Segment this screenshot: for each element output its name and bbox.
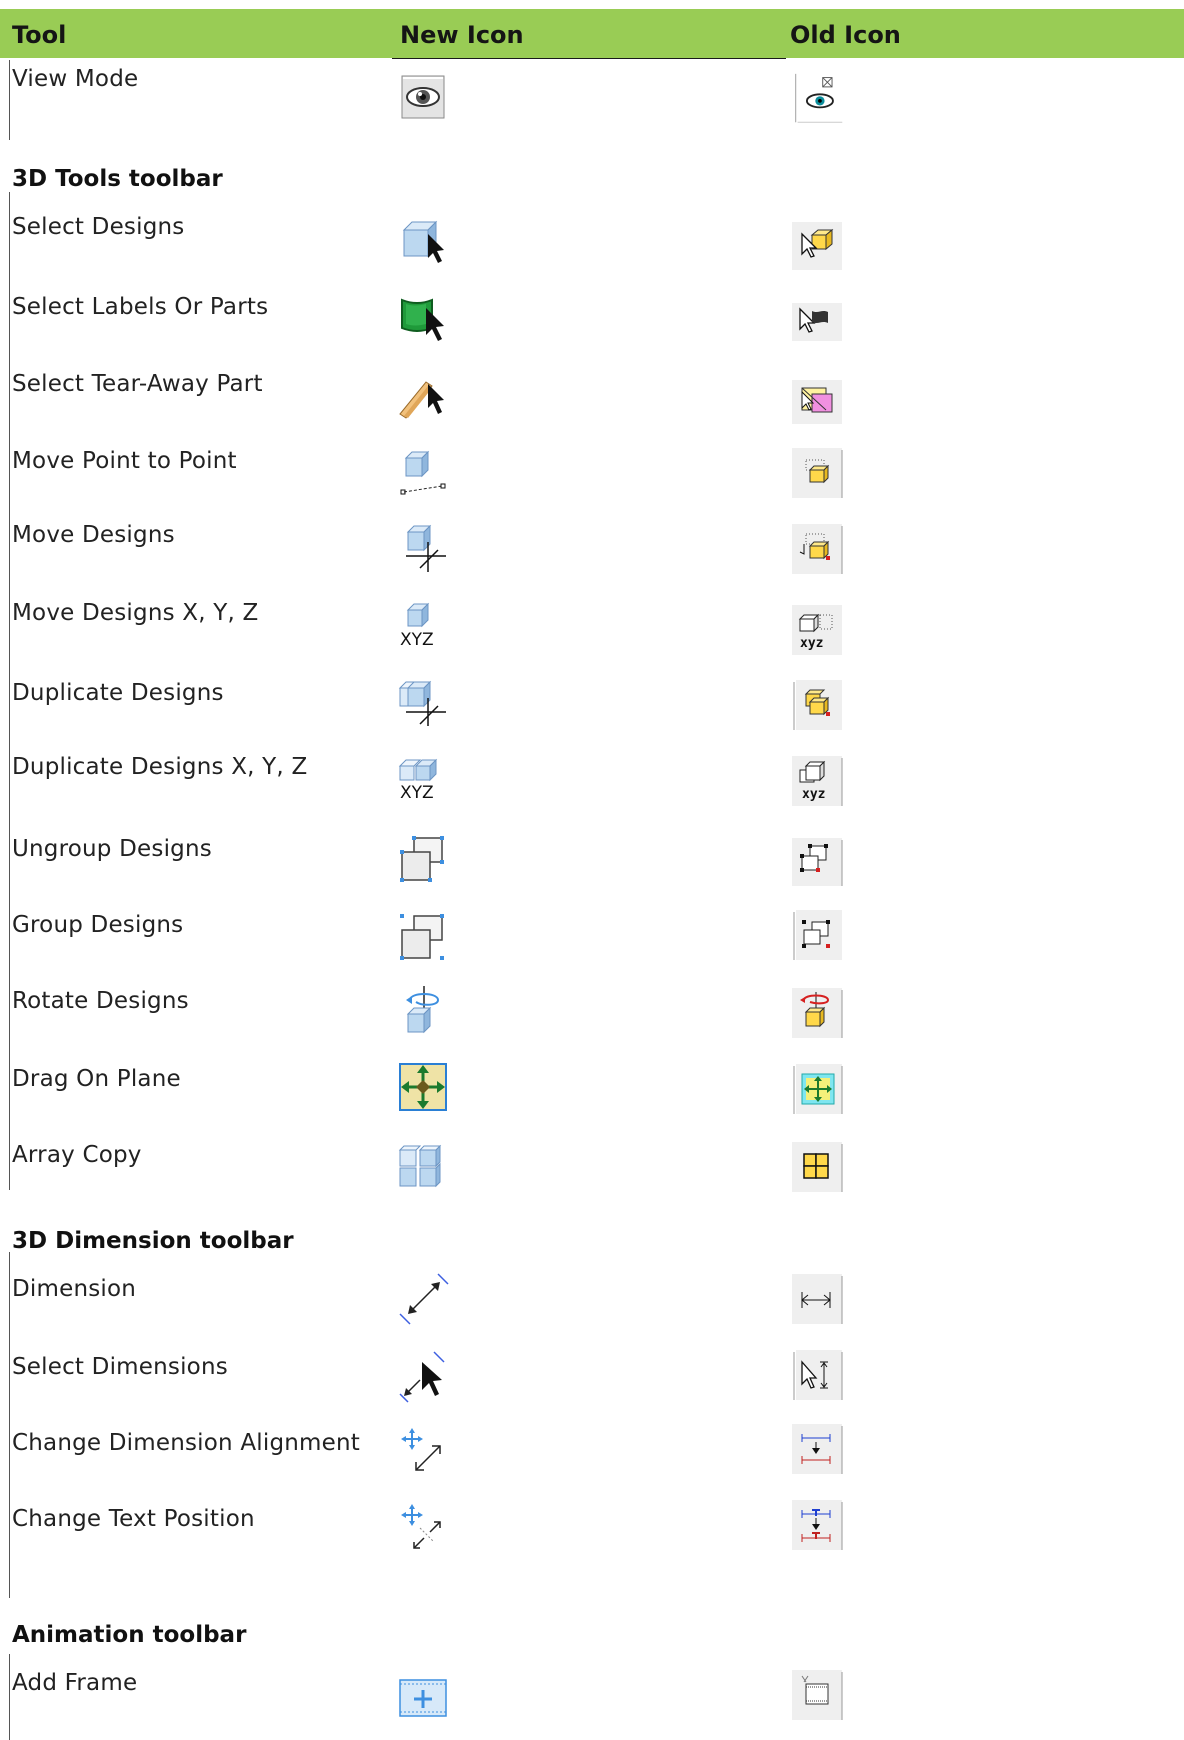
row-label-ungroup-designs: Ungroup Designs (12, 836, 212, 862)
drag-on-plane-new-icon (398, 1062, 452, 1116)
rotate-designs-new-icon (398, 984, 452, 1038)
header-old-icon: Old Icon (790, 21, 901, 49)
change-text-position-old-icon (792, 1500, 846, 1554)
drag-on-plane-old-icon (792, 1064, 846, 1118)
select-tear-away-part-old-icon (792, 376, 846, 424)
duplicate-designs-new-icon (398, 676, 452, 730)
select-labels-or-parts-old-icon (792, 296, 846, 341)
row-label-rotate-designs: Rotate Designs (12, 988, 189, 1014)
row-label-group-designs: Group Designs (12, 912, 184, 938)
array-copy-old-icon (792, 1142, 846, 1196)
section-animation-toolbar: Animation toolbar (12, 1622, 247, 1648)
row-label-change-dimension-alignment: Change Dimension Alignment (12, 1430, 360, 1456)
change-text-position-new-icon (398, 1502, 452, 1556)
ungroup-designs-new-icon (398, 834, 452, 888)
table-header: Tool New Icon Old Icon (0, 9, 1184, 58)
ungroup-designs-old-icon (792, 836, 846, 886)
row-label-view-mode: View Mode (12, 66, 139, 92)
row-label-select-tear-away-part: Select Tear-Away Part (12, 371, 263, 397)
move-designs-xyz-old-icon: xyz (792, 604, 846, 656)
group-designs-new-icon (398, 912, 452, 966)
table-left-border (9, 1252, 10, 1598)
row-label-move-point-to-point: Move Point to Point (12, 448, 237, 474)
row-label-array-copy: Array Copy (12, 1142, 142, 1168)
select-dimensions-new-icon (398, 1350, 452, 1404)
duplicate-designs-old-icon (792, 680, 846, 734)
move-designs-old-icon (792, 524, 846, 578)
select-tear-away-part-new-icon (398, 370, 452, 424)
add-frame-old-icon (792, 1670, 846, 1724)
xyz-caption: XYZ (400, 630, 434, 650)
table-left-border (9, 60, 10, 140)
header-underline (392, 58, 786, 59)
view-mode-old-icon (792, 72, 846, 130)
duplicate-designs-xyz-old-icon: xyz (792, 756, 846, 810)
row-label-dimension: Dimension (12, 1276, 137, 1302)
dimension-old-icon (792, 1274, 846, 1328)
rotate-designs-old-icon (792, 988, 846, 1042)
select-designs-old-icon (792, 220, 846, 270)
move-point-to-point-new-icon (398, 448, 452, 502)
row-label-add-frame: Add Frame (12, 1670, 138, 1696)
change-dimension-alignment-old-icon (792, 1424, 846, 1478)
row-label-select-dimensions: Select Dimensions (12, 1354, 228, 1380)
move-designs-new-icon (398, 522, 452, 576)
move-point-to-point-old-icon (792, 448, 846, 502)
table-left-border (9, 192, 10, 1190)
header-tool: Tool (12, 21, 67, 49)
duplicate-designs-xyz-new-icon: XYZ (398, 754, 452, 808)
array-copy-new-icon (398, 1140, 452, 1194)
select-labels-or-parts-new-icon (398, 294, 452, 348)
row-label-duplicate-designs: Duplicate Designs (12, 680, 224, 706)
xyz-caption: XYZ (400, 783, 434, 803)
section-3d-tools-toolbar: 3D Tools toolbar (12, 166, 223, 192)
select-dimensions-old-icon (792, 1350, 846, 1404)
section-3d-dimension-toolbar: 3D Dimension toolbar (12, 1228, 294, 1254)
row-label-duplicate-designs-xyz: Duplicate Designs X, Y, Z (12, 754, 308, 780)
row-label-change-text-position: Change Text Position (12, 1506, 255, 1532)
move-designs-xyz-new-icon: XYZ (398, 600, 452, 654)
header-new-icon: New Icon (400, 21, 524, 49)
row-label-move-designs: Move Designs (12, 522, 175, 548)
row-label-drag-on-plane: Drag On Plane (12, 1066, 181, 1092)
change-dimension-alignment-new-icon (398, 1426, 452, 1480)
select-designs-new-icon (398, 216, 452, 270)
add-frame-new-icon (398, 1672, 452, 1722)
xyz-caption-small: xyz (802, 787, 825, 802)
row-label-move-designs-xyz: Move Designs X, Y, Z (12, 600, 259, 626)
group-designs-old-icon (792, 910, 846, 964)
dimension-new-icon (398, 1272, 452, 1326)
table-left-border (9, 1654, 10, 1740)
tool-icon-table: Tool New Icon Old Icon View Mode 3D Tool… (0, 0, 1184, 1740)
row-label-select-designs: Select Designs (12, 214, 185, 240)
xyz-caption-small: xyz (800, 636, 823, 651)
view-mode-new-icon (398, 72, 452, 126)
row-label-select-labels-or-parts: Select Labels Or Parts (12, 294, 269, 320)
